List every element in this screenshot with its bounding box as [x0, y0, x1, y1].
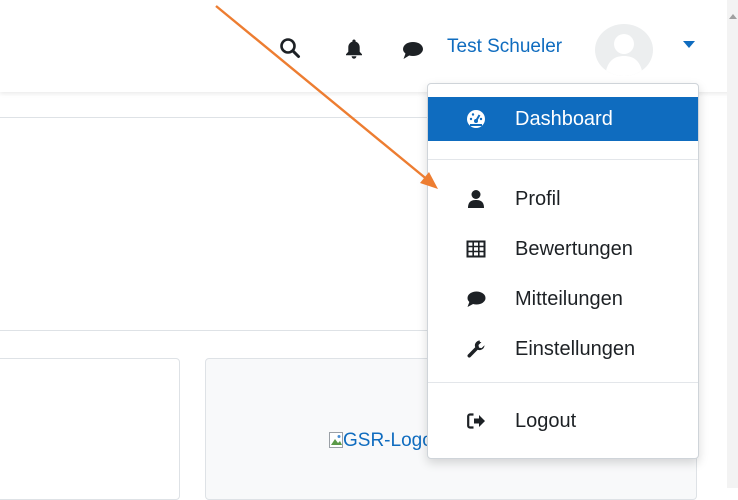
- wrench-icon: [467, 340, 485, 358]
- user-icon: [468, 190, 484, 208]
- menu-item-label: Mitteilungen: [515, 288, 623, 310]
- speech-bubble-icon: [467, 291, 486, 307]
- user-menu-dropdown: Dashboard Profil Bewertungen Mitteilunge…: [427, 83, 699, 459]
- avatar[interactable]: [595, 24, 653, 76]
- course-card-left[interactable]: [0, 358, 180, 500]
- message-bubble-icon[interactable]: [402, 41, 424, 60]
- menu-item-label: Logout: [515, 410, 577, 432]
- search-icon[interactable]: [279, 37, 301, 59]
- gsr-logo-alt-text: GSR-Logo: [343, 430, 433, 451]
- content-divider-bottom: [0, 330, 427, 331]
- menu-divider: [428, 382, 698, 383]
- menu-item-profil[interactable]: Profil: [428, 177, 698, 221]
- caret-down-icon[interactable]: [683, 41, 695, 48]
- menu-divider: [428, 159, 698, 160]
- dashboard-gauge-icon: [467, 110, 485, 128]
- content-divider-top: [0, 117, 427, 118]
- menu-item-mitteilungen[interactable]: Mitteilungen: [428, 277, 698, 321]
- sign-out-icon: [467, 413, 485, 429]
- menu-item-einstellungen[interactable]: Einstellungen: [428, 327, 698, 371]
- scroll-up-arrow-icon[interactable]: [729, 14, 737, 19]
- menu-item-label: Einstellungen: [515, 338, 636, 360]
- broken-image-icon: [329, 432, 343, 448]
- user-name[interactable]: Test Schueler: [447, 36, 562, 58]
- menu-item-label: Dashboard: [515, 108, 613, 130]
- table-grid-icon: [466, 240, 486, 258]
- menu-item-label: Bewertungen: [515, 238, 633, 260]
- bell-icon[interactable]: [344, 38, 364, 60]
- user-avatar-placeholder-icon: [605, 34, 643, 76]
- scrollbar[interactable]: [727, 0, 738, 488]
- menu-item-bewertungen[interactable]: Bewertungen: [428, 227, 698, 271]
- menu-item-dashboard[interactable]: Dashboard: [428, 97, 698, 141]
- top-navbar: Test Schueler: [0, 0, 738, 92]
- gsr-logo-image: GSR-Logo: [329, 430, 433, 452]
- menu-item-label: Profil: [515, 188, 561, 210]
- menu-item-logout[interactable]: Logout: [428, 399, 698, 443]
